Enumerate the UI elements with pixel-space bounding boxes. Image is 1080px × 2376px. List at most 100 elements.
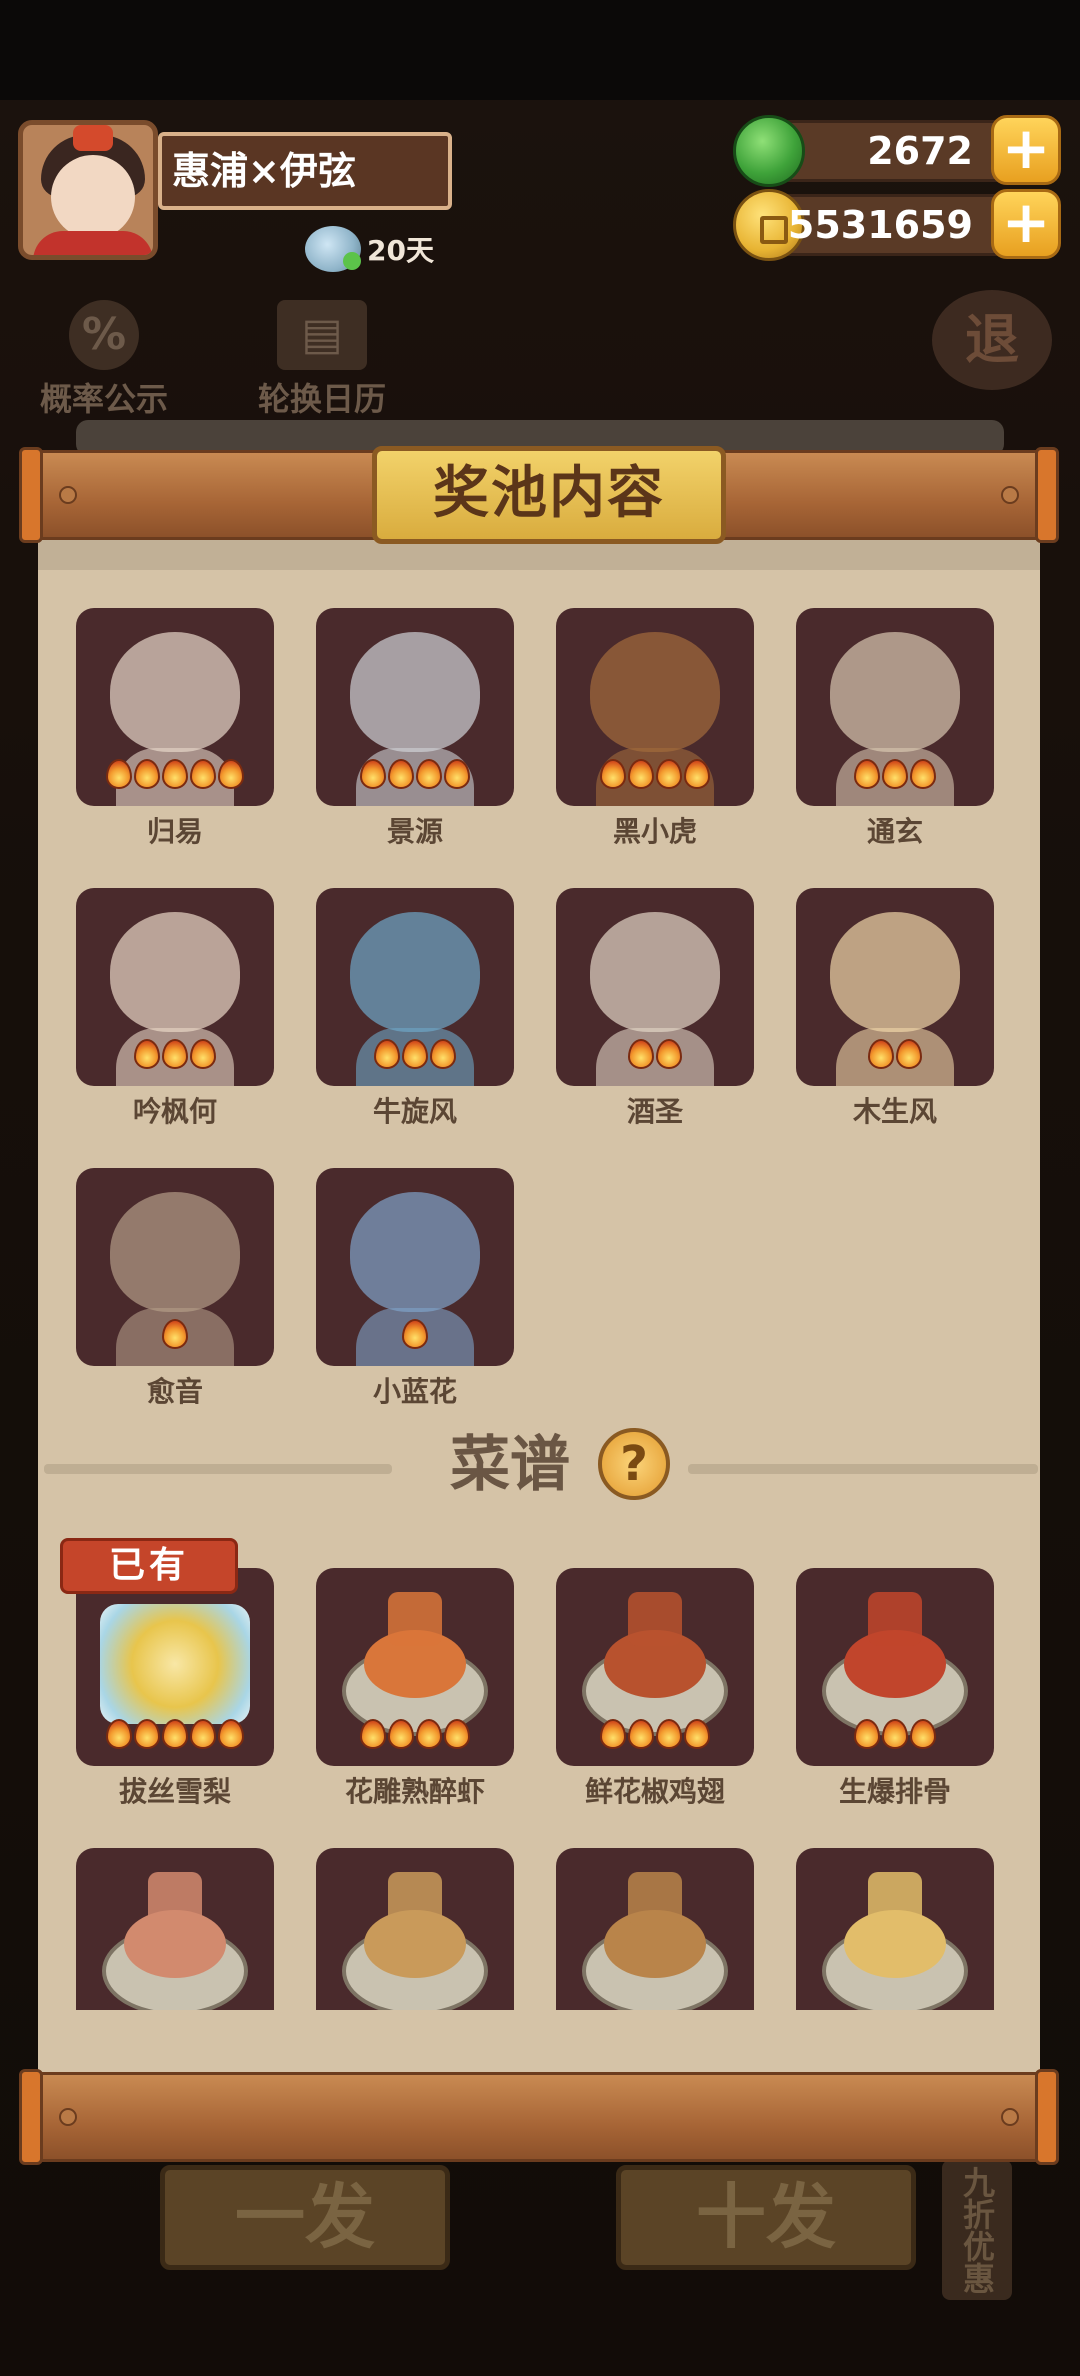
flame-star-icon xyxy=(600,759,626,789)
recipe-card[interactable]: 拔丝雪梨 xyxy=(76,1568,274,1810)
character-card[interactable]: 小蓝花 xyxy=(316,1168,514,1410)
rarity-stars xyxy=(556,1719,754,1762)
character-card[interactable]: 黑小虎 xyxy=(556,608,754,850)
rarity-stars xyxy=(316,1319,514,1362)
character-card[interactable]: 木生风 xyxy=(796,888,994,1130)
flame-star-icon xyxy=(628,759,654,789)
recipe-image xyxy=(796,1568,994,1766)
rarity-stars xyxy=(796,759,994,802)
flame-star-icon xyxy=(162,1319,188,1349)
flame-star-icon xyxy=(882,759,908,789)
flame-star-icon xyxy=(656,1719,682,1749)
exit-button[interactable]: 退 xyxy=(932,290,1052,390)
ten-draw-button: 十发 xyxy=(616,2165,916,2270)
percent-icon: % xyxy=(69,300,139,370)
recipe-image xyxy=(316,1568,514,1766)
calendar-bun-icon xyxy=(305,226,361,272)
flame-star-icon xyxy=(134,1039,160,1069)
character-portrait xyxy=(76,1168,274,1366)
coin-amount: 5531659 xyxy=(787,203,973,247)
character-name: 木生风 xyxy=(852,1095,937,1128)
rotation-calendar-button[interactable]: ▤ 轮换日历 xyxy=(232,300,412,420)
days-count: 20天 xyxy=(367,234,434,267)
character-card[interactable]: 通玄 xyxy=(796,608,994,850)
recipe-section-header: 菜谱 ? xyxy=(40,1420,1040,1510)
character-name: 愈音 xyxy=(146,1375,203,1408)
status-bar-area xyxy=(0,0,1080,100)
flame-star-icon xyxy=(854,1719,880,1749)
flame-star-icon xyxy=(190,1719,216,1749)
flame-star-icon xyxy=(416,1719,442,1749)
probability-button[interactable]: % 概率公示 xyxy=(14,300,194,420)
flame-star-icon xyxy=(106,1719,132,1749)
flame-star-icon xyxy=(628,1719,654,1749)
character-card[interactable]: 酒圣 xyxy=(556,888,754,1130)
recipe-card[interactable]: 生爆排骨 xyxy=(796,1568,994,1810)
avatar[interactable] xyxy=(18,120,158,260)
recipe-name: 鲜花椒鸡翅 xyxy=(584,1775,725,1808)
flame-star-icon xyxy=(684,759,710,789)
recipe-card[interactable] xyxy=(76,1848,274,2010)
character-portrait xyxy=(796,888,994,1086)
recipe-image xyxy=(556,1848,754,2010)
flame-star-icon xyxy=(402,1319,428,1349)
flame-star-icon xyxy=(444,759,470,789)
flame-star-icon xyxy=(162,1719,188,1749)
flame-star-icon xyxy=(134,1719,160,1749)
flame-star-icon xyxy=(896,1039,922,1069)
single-draw-button: 一发 xyxy=(160,2165,450,2270)
owned-badge: 已有 xyxy=(60,1538,238,1594)
add-jade-button[interactable]: + xyxy=(991,115,1061,185)
flame-star-icon xyxy=(106,759,132,789)
probability-label: 概率公示 xyxy=(39,380,168,418)
rarity-stars xyxy=(556,759,754,802)
character-card[interactable]: 归易 xyxy=(76,608,274,850)
recipe-card[interactable] xyxy=(556,1848,754,2010)
character-portrait xyxy=(316,1168,514,1366)
flame-star-icon xyxy=(910,1719,936,1749)
recipe-image xyxy=(316,1848,514,2010)
help-icon[interactable]: ? xyxy=(598,1428,670,1500)
add-coin-button[interactable]: + xyxy=(991,189,1061,259)
flame-star-icon xyxy=(910,759,936,789)
character-card[interactable]: 牛旋风 xyxy=(316,888,514,1130)
recipe-name: 生爆排骨 xyxy=(838,1775,951,1808)
flame-star-icon xyxy=(218,1719,244,1749)
flame-star-icon xyxy=(162,759,188,789)
flame-star-icon xyxy=(430,1039,456,1069)
recipe-card[interactable]: 鲜花椒鸡翅 xyxy=(556,1568,754,1810)
flame-star-icon xyxy=(162,1039,188,1069)
flame-star-icon xyxy=(444,1719,470,1749)
jade-currency-bar: 2672 + xyxy=(733,115,1061,187)
recipe-section-title: 菜谱 xyxy=(450,1430,570,1500)
flame-star-icon xyxy=(360,759,386,789)
flame-star-icon xyxy=(882,1719,908,1749)
character-portrait xyxy=(556,888,754,1086)
character-card[interactable]: 景源 xyxy=(316,608,514,850)
character-name: 牛旋风 xyxy=(372,1095,457,1128)
recipe-card[interactable]: 花雕熟醉虾 xyxy=(316,1568,514,1810)
rarity-stars xyxy=(76,759,274,802)
flame-star-icon xyxy=(656,759,682,789)
recipe-card[interactable] xyxy=(316,1848,514,2010)
divider-line xyxy=(44,1464,392,1474)
rarity-stars xyxy=(316,1719,514,1762)
character-portrait xyxy=(76,608,274,806)
character-portrait xyxy=(316,608,514,806)
recipe-name: 花雕熟醉虾 xyxy=(344,1775,485,1808)
recipe-image xyxy=(76,1568,274,1766)
calendar-label: 轮换日历 xyxy=(257,380,386,418)
character-name: 酒圣 xyxy=(626,1095,683,1128)
character-portrait xyxy=(796,608,994,806)
character-card[interactable]: 吟枫何 xyxy=(76,888,274,1130)
divider-line xyxy=(688,1464,1038,1474)
flame-star-icon xyxy=(868,1039,894,1069)
character-name: 归易 xyxy=(146,815,203,848)
character-card[interactable]: 愈音 xyxy=(76,1168,274,1410)
calendar-icon: ▤ xyxy=(277,300,367,370)
character-name: 黑小虎 xyxy=(612,815,697,848)
flame-star-icon xyxy=(134,759,160,789)
flame-star-icon xyxy=(684,1719,710,1749)
flame-star-icon xyxy=(402,1039,428,1069)
recipe-card[interactable] xyxy=(796,1848,994,2010)
